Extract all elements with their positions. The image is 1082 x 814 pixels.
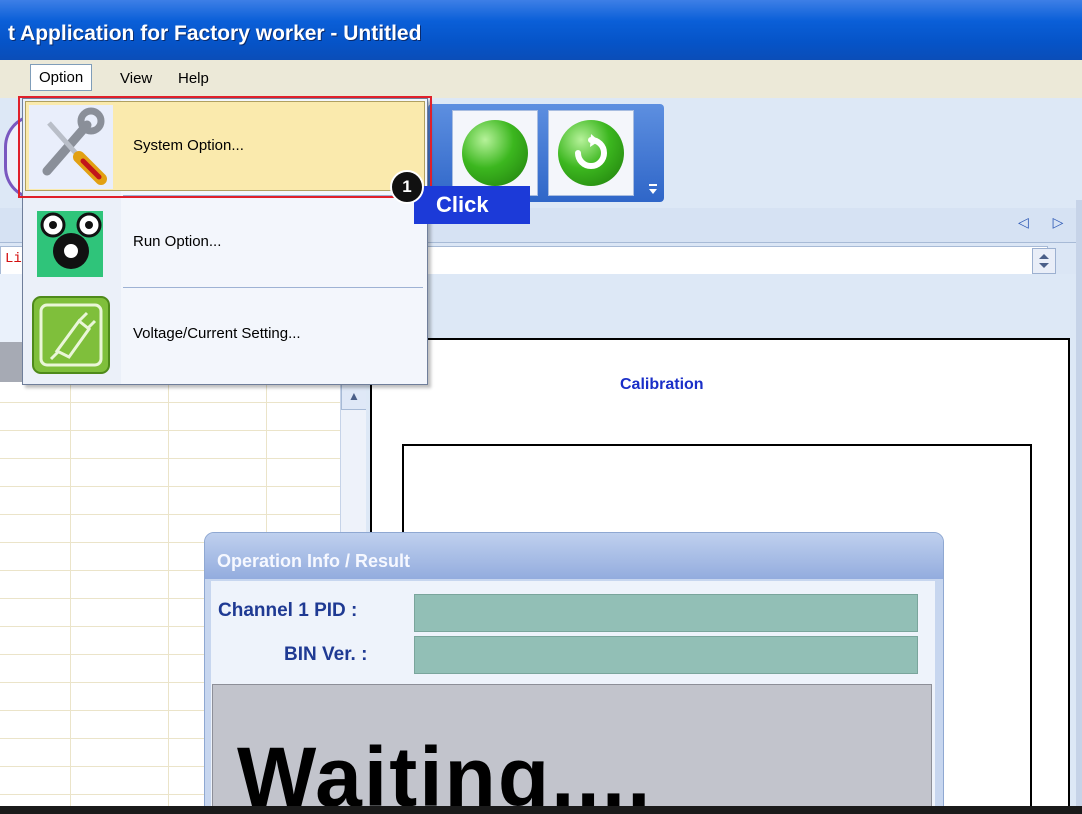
menu-option-label: Option [39,69,84,86]
plug-icon [32,296,110,374]
bottom-border [0,806,1082,814]
menu-item-voltage-current-setting-label: Voltage/Current Setting... [133,325,301,342]
app-window: t Application for Factory worker - Untit… [0,0,1082,814]
channel-pid-label: Channel 1 PID : [218,600,358,621]
operation-info-title-bar: Operation Info / Result [205,533,943,579]
menu-item-voltage-current-setting[interactable]: Voltage/Current Setting... [23,289,427,381]
window-title: t Application for Factory worker - Untit… [8,22,422,45]
annotation-step-badge: 1 [390,170,424,204]
scroll-up-icon[interactable]: ▲ [341,384,367,410]
annotation-highlight-box [18,96,432,198]
menu-option[interactable]: Option [30,64,93,91]
menu-item-run-option[interactable]: Run Option... [23,197,427,289]
channel-pid-field [414,594,918,632]
window-right-edge [1076,200,1082,806]
refresh-icon [558,120,624,186]
annotation-click-text: Click [436,192,489,217]
refresh-button[interactable] [548,110,634,196]
result-display: Waiting.... [212,684,932,812]
title-bar: t Application for Factory worker - Untit… [0,0,1082,60]
bin-ver-label: BIN Ver. : [284,644,368,665]
menu-view-label: View [120,70,153,87]
menu-help-label: Help [178,70,209,87]
green-circle-icon [462,120,528,186]
operation-info-title: Operation Info / Result [217,551,411,571]
menu-bar: Option View Help [0,60,1082,99]
tab-scroll-arrows[interactable]: ◁ ▷ [1018,214,1073,231]
menu-view[interactable]: View [116,68,156,89]
gears-icon [37,211,103,277]
menu-item-run-option-label: Run Option... [133,233,222,250]
annotation-click-label: Click [414,186,530,224]
run-button[interactable] [452,110,538,196]
menu-help[interactable]: Help [174,68,213,89]
toolbar-overflow-icon[interactable] [648,182,658,196]
chart-title: Calibration [620,376,704,393]
bin-ver-field [414,636,918,674]
address-text: Li [5,251,22,267]
address-spinner[interactable] [1032,248,1056,274]
result-status-text: Waiting.... [237,730,653,812]
menu-separator [123,287,423,288]
